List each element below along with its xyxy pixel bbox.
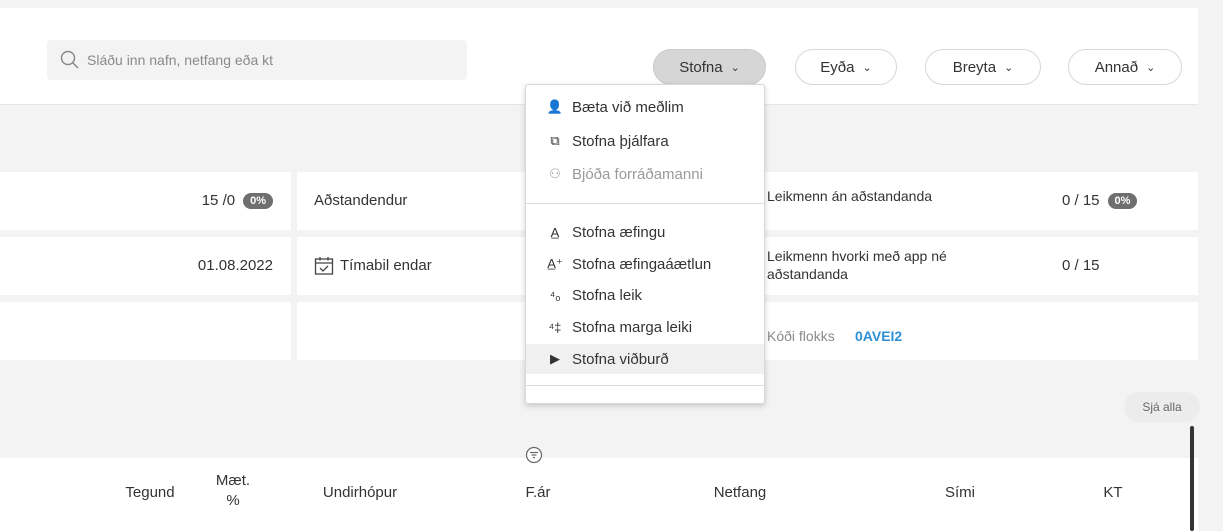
menu-item-create-multiple-games[interactable]: ⁴‡ Stofna marga leiki — [526, 314, 764, 340]
chevron-down-icon: ⌄ — [1146, 61, 1156, 74]
practice-icon: A̲ — [550, 224, 560, 240]
percent-badge: 0% — [1107, 193, 1138, 210]
practice-plan-icon: A̲⁺ — [547, 256, 563, 271]
stat-parents-value: 15 /0 0% — [0, 172, 291, 230]
stat-empty-cell — [297, 302, 525, 360]
stofna-label: Stofna — [679, 58, 723, 76]
menu-item-create-game[interactable]: ⁴ₒ Stofna leik — [526, 282, 764, 308]
stat-parents-label: Aðstandendur — [297, 172, 525, 230]
members-table-header: Tegund Mæt. % Undirhópur F.ár Netfang Sí… — [0, 458, 1198, 531]
stat-players-without-parent: Leikmenn án aðstandanda 0 / 15 0% — [765, 172, 1198, 230]
menu-item-create-event[interactable]: ▶ Stofna viðburð — [526, 344, 764, 374]
breyta-label: Breyta — [952, 58, 997, 76]
menu-item-create-coach[interactable]: ⧉ Stofna þjálfara — [526, 128, 764, 154]
menu-item-add-member[interactable]: 👤 Bæta við meðlim — [526, 94, 764, 120]
stat-period-end-value: 01.08.2022 — [0, 237, 291, 295]
column-header-attendance[interactable]: Mæt. % — [213, 471, 253, 511]
column-header-birth-year[interactable]: F.ár — [513, 484, 563, 501]
stat-players-no-app: Leikmenn hvorki með app né aðstandanda 0… — [765, 237, 1198, 295]
search-icon — [60, 50, 79, 69]
eyda-button[interactable]: Eyða ⌄ — [795, 49, 897, 85]
column-header-subgroup[interactable]: Undirhópur — [310, 484, 410, 501]
eyda-label: Eyða — [820, 58, 855, 76]
stat-period-end-label: Tímabil endar — [297, 237, 525, 295]
menu-item-create-practice[interactable]: A̲ Stofna æfingu — [526, 219, 764, 245]
group-code-value[interactable]: 0AVEI2 — [855, 328, 902, 344]
chevron-down-icon: ⌄ — [1004, 61, 1014, 74]
menu-divider — [526, 385, 764, 386]
menu-item-invite-guardian: ⚇ Bjóða forráðamanni — [526, 161, 764, 187]
calendar-icon — [314, 257, 334, 275]
chevron-down-icon: ⌄ — [862, 61, 872, 74]
invite-guardian-icon: ⚇ — [549, 166, 561, 181]
annad-label: Annað — [1094, 58, 1139, 76]
column-header-email[interactable]: Netfang — [700, 484, 780, 501]
play-icon: ▶ — [550, 351, 560, 366]
column-header-type[interactable]: Tegund — [110, 484, 190, 501]
see-all-button[interactable]: Sjá alla — [1124, 392, 1200, 422]
coach-icon: ⧉ — [550, 133, 560, 148]
filter-icon[interactable] — [525, 446, 543, 464]
chevron-down-icon: ⌄ — [730, 61, 740, 74]
percent-badge: 0% — [243, 193, 273, 210]
stat-empty-cell — [0, 302, 291, 360]
menu-divider — [526, 203, 764, 204]
add-person-icon: 👤 — [546, 99, 564, 114]
game-icon: ⁴ₒ — [549, 287, 561, 303]
stofna-button[interactable]: Stofna ⌄ — [653, 49, 766, 85]
menu-item-create-practice-plan[interactable]: A̲⁺ Stofna æfingaáætlun — [526, 251, 764, 277]
column-header-phone[interactable]: Sími — [925, 484, 995, 501]
scrollbar[interactable] — [1190, 426, 1194, 531]
multiple-games-icon: ⁴‡ — [548, 319, 562, 335]
search-input[interactable] — [87, 40, 457, 80]
column-header-kt[interactable]: KT — [1083, 484, 1143, 501]
search-box[interactable] — [47, 40, 467, 80]
group-code-cell: Kóði flokks 0AVEI2 — [765, 302, 1198, 360]
stofna-dropdown-menu: 👤 Bæta við meðlim ⧉ Stofna þjálfara ⚇ Bj… — [525, 84, 765, 404]
breyta-button[interactable]: Breyta ⌄ — [925, 49, 1041, 85]
group-code-label: Kóði flokks — [767, 328, 835, 344]
annad-button[interactable]: Annað ⌄ — [1068, 49, 1182, 85]
